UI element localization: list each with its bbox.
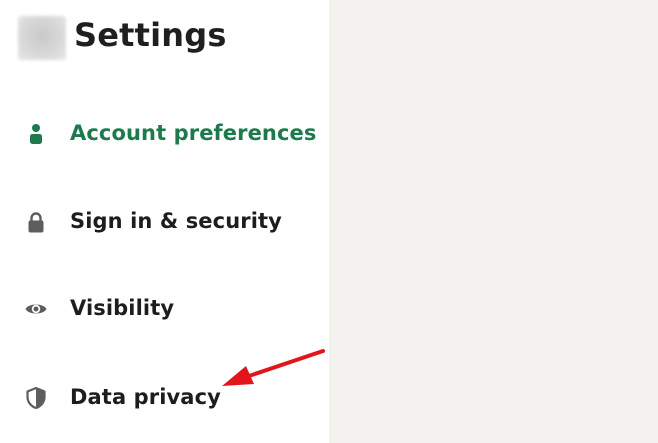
sidebar-item-sign-in-security[interactable]: Sign in & security [0,202,329,242]
sidebar-item-label: Sign in & security [70,209,282,233]
sidebar-item-data-privacy[interactable]: Data privacy [0,378,329,418]
shield-icon [24,386,48,410]
sidebar-item-account-preferences[interactable]: Account preferences [0,114,329,154]
page-title: Settings [74,16,227,54]
sidebar-item-label: Visibility [70,296,175,320]
sidebar-item-visibility[interactable]: Visibility [0,289,329,329]
sidebar-item-label: Data privacy [70,385,221,409]
lock-icon [24,210,48,234]
settings-sidebar: Settings Account preferences Sign in & s… [0,0,329,443]
settings-content-pane [329,0,658,443]
sidebar-item-label: Account preferences [70,121,317,145]
eye-icon [24,297,48,321]
person-icon [24,122,48,146]
avatar[interactable] [18,16,66,60]
